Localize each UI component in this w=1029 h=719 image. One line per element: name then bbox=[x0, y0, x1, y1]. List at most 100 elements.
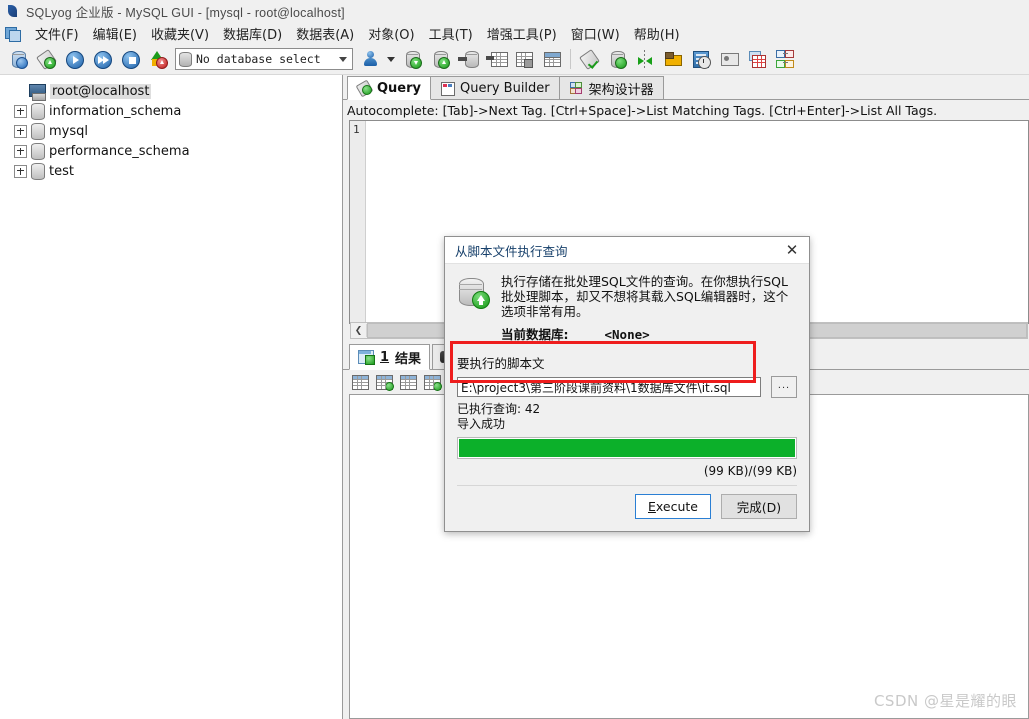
tree-item-root[interactable]: root@localhost bbox=[6, 81, 342, 101]
table-export-icon bbox=[486, 49, 508, 69]
database-icon bbox=[31, 102, 45, 120]
execute-button[interactable]: Execute bbox=[635, 494, 711, 519]
tab-schema-designer[interactable]: 架构设计器 bbox=[558, 76, 664, 99]
user-manager-button[interactable] bbox=[356, 46, 384, 72]
database-selector[interactable]: No database select bbox=[175, 48, 353, 70]
duplicate-row-button[interactable] bbox=[397, 372, 419, 392]
editor-tabstrip: Query Query Builder 架构设计器 bbox=[343, 75, 1029, 100]
backup-database-button[interactable] bbox=[398, 46, 426, 72]
refresh-objects-icon bbox=[148, 49, 168, 69]
import-result-status: 导入成功 bbox=[457, 417, 506, 431]
tab-label: Query bbox=[377, 80, 422, 96]
tree-item-label: root@localhost bbox=[50, 83, 152, 99]
menu-favorites[interactable]: 收藏夹(V) bbox=[144, 22, 216, 45]
menu-database[interactable]: 数据库(D) bbox=[216, 22, 289, 45]
tab-label: 架构设计器 bbox=[588, 82, 654, 98]
database-icon bbox=[31, 162, 45, 180]
tree-item-label: information_schema bbox=[49, 103, 182, 119]
execute-sql-script-button[interactable] bbox=[454, 46, 482, 72]
export-table-data-button[interactable] bbox=[482, 46, 510, 72]
menu-tools[interactable]: 工具(T) bbox=[422, 22, 480, 45]
dialog-title-bar: 从脚本文件执行查询 ✕ bbox=[445, 237, 809, 264]
dialog-description: 执行存储在批处理SQL文件的查询。在你想执行SQL批处理脚本，却又不想将其载入S… bbox=[501, 274, 789, 319]
schema-designer-button[interactable] bbox=[771, 46, 799, 72]
database-selector-value: No database select bbox=[196, 52, 321, 66]
scheduled-backup-button[interactable] bbox=[687, 46, 715, 72]
chevron-down-icon bbox=[339, 56, 347, 62]
schema-diagram-icon bbox=[775, 49, 795, 69]
script-file-input[interactable]: E:\project3\第三阶段课前资料\1数据库文件\it.sql bbox=[457, 377, 761, 397]
play-all-icon bbox=[92, 49, 112, 69]
menu-window[interactable]: 窗口(W) bbox=[564, 22, 627, 45]
result-tab-number: 1 bbox=[380, 349, 390, 365]
tree-item-performance_schema[interactable]: performance_schema bbox=[6, 141, 342, 161]
new-connection-button[interactable] bbox=[4, 46, 32, 72]
import-external-data-button[interactable] bbox=[538, 46, 566, 72]
expand-icon[interactable] bbox=[14, 144, 27, 158]
execute-query-button[interactable] bbox=[60, 46, 88, 72]
grid-icon bbox=[351, 374, 369, 390]
browse-button[interactable]: ... bbox=[771, 376, 797, 398]
tree-item-mysql[interactable]: mysql bbox=[6, 121, 342, 141]
restore-database-button[interactable] bbox=[426, 46, 454, 72]
migrate-data-button[interactable] bbox=[659, 46, 687, 72]
menu-objects[interactable]: 对象(O) bbox=[361, 22, 421, 45]
merge-arrows-icon bbox=[635, 49, 655, 69]
insert-row-button[interactable] bbox=[373, 372, 395, 392]
current-database-row: 当前数据库: <None> bbox=[501, 324, 797, 343]
sync-database-button[interactable] bbox=[603, 46, 631, 72]
menu-edit[interactable]: 编辑(E) bbox=[86, 22, 144, 45]
sql-formatter-button[interactable] bbox=[743, 46, 771, 72]
query-new-icon bbox=[36, 49, 57, 70]
menu-powertools[interactable]: 增强工具(P) bbox=[480, 22, 564, 45]
execute-all-queries-button[interactable] bbox=[88, 46, 116, 72]
schema-designer-icon bbox=[569, 81, 584, 95]
notification-services-button[interactable] bbox=[715, 46, 743, 72]
table-import-icon bbox=[542, 49, 562, 69]
grid-insert-icon bbox=[375, 374, 394, 391]
main-toolbar: No database select bbox=[0, 44, 1029, 75]
database-run-script-icon bbox=[458, 49, 479, 69]
menu-file[interactable]: 文件(F) bbox=[28, 22, 86, 45]
menu-table[interactable]: 数据表(A) bbox=[289, 22, 361, 45]
scroll-left-icon[interactable]: ❮ bbox=[351, 324, 367, 337]
new-query-tab-button[interactable] bbox=[32, 46, 60, 72]
schema-sync-button[interactable] bbox=[631, 46, 659, 72]
tab-query-builder[interactable]: Query Builder bbox=[430, 76, 560, 99]
database-sync-icon bbox=[607, 49, 627, 69]
expand-icon[interactable] bbox=[14, 164, 27, 178]
progress-bar bbox=[457, 437, 797, 459]
toolbar-separator bbox=[570, 49, 571, 69]
database-import-icon bbox=[430, 49, 450, 69]
menu-help[interactable]: 帮助(H) bbox=[627, 22, 687, 45]
export-as-csv-button[interactable] bbox=[510, 46, 538, 72]
chevron-down-icon bbox=[387, 56, 395, 62]
query-icon bbox=[355, 79, 374, 98]
tree-item-label: mysql bbox=[49, 123, 88, 139]
close-icon[interactable]: ✕ bbox=[777, 238, 807, 262]
database-export-icon bbox=[402, 49, 422, 69]
expand-icon[interactable] bbox=[14, 124, 27, 138]
window-title: SQLyog 企业版 - MySQL GUI - [mysql - root@l… bbox=[26, 5, 345, 20]
refresh-object-browser-button[interactable] bbox=[144, 46, 172, 72]
done-button[interactable]: 完成(D) bbox=[721, 494, 797, 519]
editor-line-numbers: 1 bbox=[350, 121, 366, 323]
progress-size-label: (99 KB)/(99 KB) bbox=[703, 464, 797, 478]
result-tab-label: 结果 bbox=[395, 351, 422, 367]
copy-database-button[interactable] bbox=[575, 46, 603, 72]
grid-view-button[interactable] bbox=[349, 372, 371, 392]
object-browser[interactable]: root@localhost information_schema mysql … bbox=[0, 75, 343, 719]
execute-query-and-save-button[interactable] bbox=[116, 46, 144, 72]
tree-item-information_schema[interactable]: information_schema bbox=[6, 101, 342, 121]
window-restore-icon[interactable] bbox=[4, 25, 22, 42]
tab-result-1[interactable]: 1 结果 bbox=[349, 344, 431, 370]
user-manager-dropdown[interactable] bbox=[384, 46, 398, 72]
refresh-grid-button[interactable] bbox=[421, 372, 443, 392]
script-file-label: 要执行的脚本文 bbox=[457, 356, 545, 371]
tab-query[interactable]: Query bbox=[347, 76, 432, 100]
dialog-body: 执行存储在批处理SQL文件的查询。在你想执行SQL批处理脚本，却又不想将其载入S… bbox=[445, 264, 809, 531]
expand-icon[interactable] bbox=[14, 104, 27, 118]
dialog-header: 执行存储在批处理SQL文件的查询。在你想执行SQL批处理脚本，却又不想将其载入S… bbox=[457, 274, 797, 343]
data-transfer-icon bbox=[663, 49, 683, 69]
tree-item-test[interactable]: test bbox=[6, 161, 342, 181]
